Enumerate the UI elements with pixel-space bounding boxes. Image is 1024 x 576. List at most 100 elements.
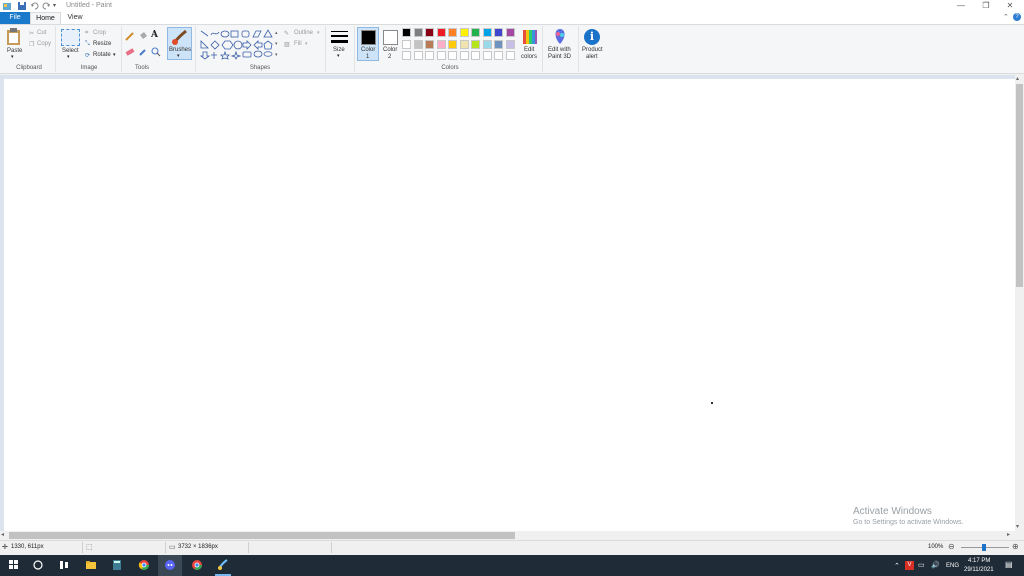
resize-button[interactable]: Resize — [93, 41, 111, 47]
discord-icon[interactable] — [164, 559, 176, 571]
crop-button[interactable]: Crop — [93, 30, 106, 36]
rotate-button[interactable]: Rotate — [93, 52, 111, 58]
custom-color-slot[interactable] — [471, 51, 480, 60]
quick-access-dropdown-icon[interactable]: ▾ — [53, 2, 56, 9]
text-tool-icon[interactable]: A — [151, 30, 158, 40]
color2-swatch[interactable] — [383, 30, 398, 45]
palette-swatch[interactable] — [459, 28, 469, 37]
tab-file[interactable]: File — [0, 12, 30, 24]
file-explorer-icon[interactable] — [85, 559, 97, 571]
select-icon[interactable] — [61, 29, 80, 46]
size-icon[interactable] — [330, 29, 349, 45]
shapes-gallery[interactable] — [198, 28, 278, 60]
edit-colors-label-1[interactable]: Edit — [524, 47, 534, 53]
fill-bucket-icon[interactable] — [138, 31, 148, 41]
palette-swatch[interactable] — [471, 28, 480, 37]
rotate-dropdown-icon[interactable]: ▾ — [113, 52, 116, 58]
fill-dropdown-icon[interactable]: ▾ — [305, 41, 308, 47]
palette-swatch[interactable] — [425, 28, 434, 37]
info-icon[interactable]: i — [584, 29, 600, 45]
palette-swatch[interactable] — [425, 39, 434, 49]
horizontal-scroll-thumb[interactable] — [9, 532, 515, 539]
calculator-icon[interactable] — [111, 559, 123, 571]
shapes-scroll-up-icon[interactable]: ▴ — [275, 30, 278, 36]
fill-icon[interactable]: ▨ — [284, 41, 290, 48]
palette-swatch[interactable] — [402, 39, 411, 49]
scroll-right-icon[interactable]: ▸ — [1007, 531, 1010, 538]
edit-paint3d-label-1[interactable]: Edit with — [548, 47, 571, 53]
chrome-icon[interactable] — [138, 559, 150, 571]
custom-color-slot[interactable] — [413, 51, 423, 60]
redo-icon[interactable] — [41, 1, 51, 11]
custom-color-slot[interactable] — [459, 51, 469, 60]
custom-color-slot[interactable] — [494, 51, 503, 60]
outline-icon[interactable]: ✎ — [284, 30, 289, 37]
select-dropdown-icon[interactable]: ▾ — [67, 54, 70, 60]
custom-color-slot[interactable] — [402, 51, 411, 60]
notification-center-icon[interactable]: ▤ — [1005, 560, 1013, 569]
scroll-down-icon[interactable]: ▾ — [1016, 523, 1019, 530]
copy-button[interactable]: Copy — [37, 41, 51, 47]
resize-icon[interactable]: ⤡ — [85, 41, 90, 48]
color2-label-1[interactable]: Color — [383, 47, 397, 53]
shapes-expand-icon[interactable]: ▾ — [275, 52, 278, 58]
clock-time[interactable]: 4:17 PM — [968, 558, 990, 564]
close-button[interactable]: ✕ — [998, 0, 1022, 12]
paste-label[interactable]: Paste — [7, 48, 22, 54]
product-alert-label-1[interactable]: Product — [582, 47, 603, 53]
palette-swatch[interactable] — [413, 28, 423, 37]
palette-swatch[interactable] — [448, 39, 457, 49]
zoom-out-icon[interactable]: ⊖ — [948, 542, 955, 551]
outline-dropdown-icon[interactable]: ▾ — [317, 30, 320, 36]
outline-button[interactable]: Outline — [294, 30, 313, 36]
custom-color-slot[interactable] — [448, 51, 457, 60]
volume-icon[interactable]: 🔊 — [931, 561, 940, 569]
color-picker-icon[interactable] — [138, 47, 148, 57]
edit-colors-icon[interactable] — [522, 29, 538, 45]
task-view-icon[interactable] — [58, 559, 70, 571]
save-icon[interactable] — [17, 1, 27, 11]
undo-icon[interactable] — [30, 1, 40, 11]
size-dropdown-icon[interactable]: ▾ — [337, 53, 340, 59]
custom-color-slot[interactable] — [425, 51, 434, 60]
language-indicator[interactable]: ENG — [946, 563, 959, 569]
eraser-icon[interactable] — [125, 47, 135, 57]
zoom-in-icon[interactable]: ⊕ — [1012, 542, 1019, 551]
copy-icon[interactable]: ❐ — [29, 41, 34, 48]
cut-button[interactable]: Cut — [37, 30, 46, 36]
edit-colors-label-2[interactable]: colors — [521, 54, 537, 60]
pencil-icon[interactable] — [125, 31, 135, 41]
palette-swatch[interactable] — [505, 39, 515, 49]
palette-swatch[interactable] — [413, 39, 423, 49]
palette-swatch[interactable] — [448, 28, 457, 37]
antivirus-tray-icon[interactable]: V — [905, 561, 914, 570]
collapse-ribbon-icon[interactable]: ⌃ — [1003, 13, 1009, 21]
cut-icon[interactable]: ✂ — [29, 30, 34, 37]
fill-button[interactable]: Fill — [294, 41, 302, 47]
custom-color-slot[interactable] — [505, 51, 515, 60]
custom-color-slot[interactable] — [482, 51, 492, 60]
paint3d-icon[interactable] — [552, 28, 568, 46]
palette-swatch[interactable] — [482, 39, 492, 49]
help-icon[interactable]: ? — [1013, 13, 1021, 21]
tab-view[interactable]: View — [61, 12, 89, 24]
product-alert-label-2[interactable]: alert — [586, 54, 598, 60]
tray-overflow-icon[interactable]: ⌃ — [894, 562, 900, 570]
palette-swatch[interactable] — [436, 28, 446, 37]
edit-paint3d-label-2[interactable]: Paint 3D — [548, 54, 571, 60]
drawing-canvas[interactable] — [4, 79, 1015, 531]
select-button[interactable]: Select — [62, 48, 79, 54]
vertical-scroll-thumb[interactable] — [1016, 84, 1023, 287]
shapes-scroll-down-icon[interactable]: ▾ — [275, 41, 278, 47]
custom-color-slot[interactable] — [436, 51, 446, 60]
paste-icon[interactable] — [6, 28, 22, 46]
magnifier-icon[interactable] — [151, 47, 161, 57]
palette-swatch[interactable] — [402, 28, 411, 37]
palette-swatch[interactable] — [482, 28, 492, 37]
chrome-profile-icon[interactable] — [191, 559, 203, 571]
paint-taskbar-icon[interactable] — [217, 559, 229, 571]
brushes-dropdown-icon[interactable]: ▾ — [177, 53, 180, 59]
palette-swatch[interactable] — [494, 39, 503, 49]
windows-start-icon[interactable] — [8, 559, 20, 571]
scroll-up-icon[interactable]: ▴ — [1016, 75, 1019, 82]
